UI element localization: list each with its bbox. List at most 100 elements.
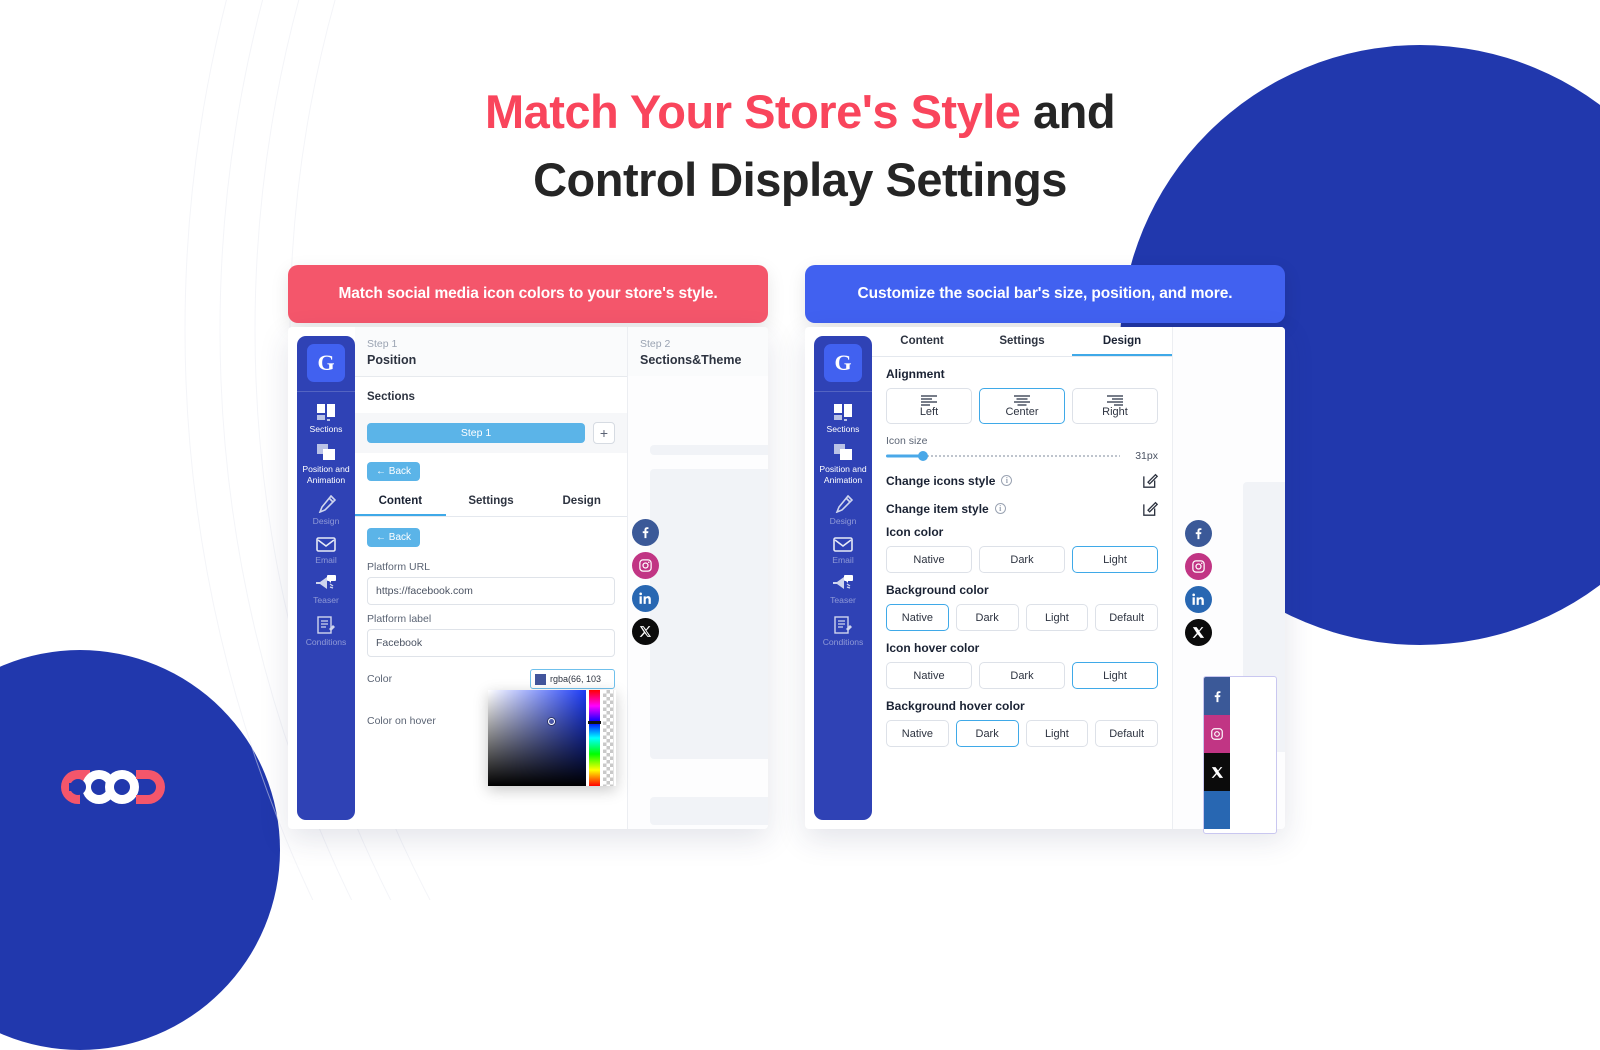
alignment-option-center[interactable]: Center — [979, 388, 1065, 424]
icon-hover-color-option-native[interactable]: Native — [886, 662, 972, 689]
tab-design[interactable]: Design — [1072, 327, 1172, 356]
align-right-icon — [1107, 395, 1123, 406]
label-text: Change icons style — [886, 473, 996, 488]
step-chip[interactable]: Step 1 — [367, 423, 585, 443]
background-hover-color-label: Background hover color — [886, 699, 1025, 713]
align-center-icon — [1014, 395, 1030, 406]
icon-hover-color-option-dark[interactable]: Dark — [979, 662, 1065, 689]
preview-placeholder-block — [650, 469, 768, 759]
edit-icon[interactable] — [1143, 473, 1158, 488]
sections-icon — [316, 404, 335, 421]
tab-content[interactable]: Content — [872, 327, 972, 356]
social-icon-linkedin[interactable] — [632, 585, 659, 612]
back-button[interactable]: ← Back — [367, 462, 421, 481]
tab-content[interactable]: Content — [355, 487, 446, 516]
inner-back-button[interactable]: ← Back — [367, 528, 421, 547]
slider-knob[interactable] — [918, 451, 929, 461]
sidebar-item-design[interactable]: Design — [297, 489, 355, 530]
icon-hover-color-option-light[interactable]: Light — [1072, 662, 1158, 689]
x-twitter-icon — [1211, 766, 1223, 778]
background-hover-color-option-default[interactable]: Default — [1095, 720, 1158, 747]
cropped-social-facebook[interactable] — [1204, 677, 1230, 715]
icon-size-slider[interactable] — [886, 450, 1120, 462]
left-preview-pane: Step 2 Sections&Theme — [627, 327, 768, 829]
social-icon-linkedin[interactable] — [1185, 586, 1212, 613]
tab-settings[interactable]: Settings — [446, 487, 537, 516]
social-icon-instagram[interactable] — [1185, 553, 1212, 580]
sidebar-item-sections[interactable]: Sections — [297, 398, 355, 438]
background-color-option-light[interactable]: Light — [1025, 604, 1089, 631]
background-color-option-dark[interactable]: Dark — [955, 604, 1019, 631]
info-icon[interactable]: i — [994, 503, 1006, 514]
sidebar-item-design[interactable]: Design — [814, 489, 872, 530]
sidebar-item-position-and-animation[interactable]: Position and Animation — [814, 438, 872, 489]
color-picker-saturation-area[interactable] — [488, 690, 586, 786]
tab-settings[interactable]: Settings — [972, 327, 1072, 356]
envelope-icon — [833, 537, 853, 552]
social-icon-x-twitter[interactable] — [1185, 619, 1212, 646]
sidebar-item-conditions[interactable]: Conditions — [814, 610, 872, 651]
icon-color-option-dark[interactable]: Dark — [979, 546, 1065, 573]
step-2-header: Step 2 Sections&Theme — [628, 327, 768, 376]
background-hover-color-option-light[interactable]: Light — [1025, 720, 1089, 747]
align-left-icon — [921, 395, 937, 406]
left-app-window: G Sections Position and Animation Design… — [288, 327, 768, 829]
change-icons-style-row: Change icons style i — [872, 462, 1172, 490]
headline-rest: and — [1020, 85, 1116, 138]
social-icon-x-twitter[interactable] — [632, 618, 659, 645]
background-color-option-default[interactable]: Default — [1095, 604, 1158, 631]
color-swatch[interactable] — [535, 673, 546, 685]
color-picker-handle[interactable] — [548, 718, 555, 725]
add-step-button[interactable]: + — [593, 422, 615, 444]
tab-design[interactable]: Design — [536, 487, 627, 516]
color-value-input[interactable]: rgba(66, 103 — [530, 669, 615, 689]
alignment-option-left[interactable]: Left — [886, 388, 972, 424]
alignment-option-label: Right — [1102, 406, 1128, 418]
cropped-social-linkedin[interactable] — [1204, 791, 1230, 829]
color-picker-alpha-slider[interactable] — [603, 690, 614, 786]
headline-highlight: Match Your Store's Style — [484, 85, 1021, 138]
cropped-social-instagram[interactable] — [1204, 715, 1230, 753]
icon-color-option-native[interactable]: Native — [886, 546, 972, 573]
background-hover-color-options: Native Dark Light Default — [872, 720, 1172, 747]
info-icon[interactable]: i — [1001, 475, 1013, 486]
app-logo-icon[interactable]: G — [824, 344, 862, 382]
sections-icon — [833, 404, 852, 421]
social-icon-facebook[interactable] — [1185, 520, 1212, 547]
step-1-header: Step 1 Position — [355, 327, 627, 377]
linkedin-icon — [1192, 593, 1204, 605]
alignment-option-right[interactable]: Right — [1072, 388, 1158, 424]
sidebar-item-email[interactable]: Email — [297, 531, 355, 569]
sidebar-item-sections[interactable]: Sections — [814, 398, 872, 438]
hue-slider-handle[interactable] — [588, 721, 601, 724]
cropped-social-x[interactable] — [1204, 753, 1230, 791]
color-picker-hue-slider[interactable] — [588, 690, 601, 786]
icon-color-option-light[interactable]: Light — [1072, 546, 1158, 573]
sidebar-item-email[interactable]: Email — [814, 531, 872, 569]
color-picker-popup[interactable] — [488, 690, 616, 786]
sidebar-item-teaser[interactable]: Teaser — [814, 569, 872, 609]
facebook-icon — [1195, 528, 1202, 540]
app-logo-icon[interactable]: G — [307, 344, 345, 382]
sidebar-label: Teaser — [313, 595, 339, 606]
sidebar-item-conditions[interactable]: Conditions — [297, 610, 355, 651]
right-app-sidebar: G Sections Position and Animation Design… — [814, 336, 872, 820]
instagram-icon — [1211, 728, 1223, 740]
icon-hover-color-label: Icon hover color — [886, 641, 980, 655]
alignment-label: Alignment — [886, 367, 945, 381]
social-icon-facebook[interactable] — [632, 519, 659, 546]
platform-url-input[interactable]: https://facebook.com — [367, 577, 615, 605]
background-color-option-native[interactable]: Native — [886, 604, 949, 631]
preview-placeholder-footer — [650, 797, 768, 825]
sidebar-label: Teaser — [830, 595, 856, 606]
sidebar-item-teaser[interactable]: Teaser — [297, 569, 355, 609]
position-icon — [833, 444, 852, 461]
platform-label-label: Platform label — [367, 613, 432, 625]
sidebar-item-position-and-animation[interactable]: Position and Animation — [297, 438, 355, 489]
step-title: Position — [367, 353, 417, 367]
social-icon-instagram[interactable] — [632, 552, 659, 579]
edit-icon[interactable] — [1143, 501, 1158, 516]
background-hover-color-option-native[interactable]: Native — [886, 720, 949, 747]
background-hover-color-option-dark[interactable]: Dark — [955, 720, 1019, 747]
platform-label-input[interactable]: Facebook — [367, 629, 615, 657]
